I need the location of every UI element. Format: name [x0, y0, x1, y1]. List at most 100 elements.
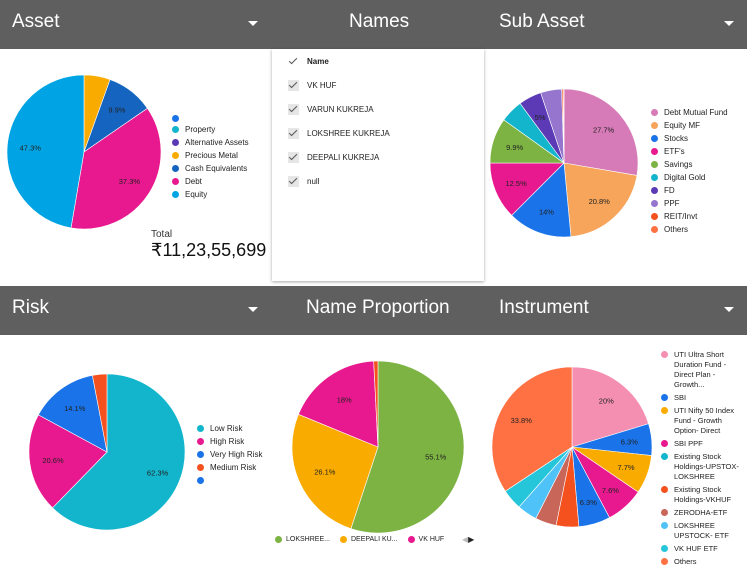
legend-swatch — [651, 161, 658, 168]
total-value: ₹11,23,55,699 — [151, 240, 267, 260]
pie-slice-label: 7.6% — [602, 486, 619, 495]
legend-item[interactable]: Debt Mutual Fund — [651, 108, 746, 118]
risk-dropdown-icon[interactable] — [248, 307, 258, 312]
legend-label: SBI — [674, 393, 687, 402]
legend-item[interactable]: Others — [651, 225, 746, 235]
legend-item[interactable] — [172, 114, 272, 122]
legend-item[interactable]: LOKSHREE... — [275, 536, 330, 543]
checkbox-vk-huf[interactable] — [288, 80, 299, 91]
legend-item[interactable]: SBI — [661, 393, 747, 403]
legend-label: ETF's — [664, 147, 685, 156]
legend-swatch — [661, 351, 668, 358]
legend-item[interactable]: LOKSHREE UPSTOCK- ETF — [661, 521, 747, 541]
legend-swatch — [661, 545, 668, 552]
legend-label: Savings — [664, 160, 693, 169]
legend-pager: ◀▶ — [462, 535, 474, 544]
legend-label: PPF — [664, 199, 680, 208]
legend-item[interactable]: ZERODHA-ETF — [661, 508, 747, 518]
legend-label: DEEPALI KU... — [350, 536, 398, 543]
legend-item[interactable]: Cash Equivalents — [172, 164, 272, 174]
legend-item[interactable]: Medium Risk — [197, 463, 272, 473]
names-title: Names — [349, 11, 410, 32]
legend-item[interactable]: Equity MF — [651, 121, 746, 131]
checkbox-lokshree[interactable] — [288, 128, 299, 139]
checkbox-deepali[interactable] — [288, 152, 299, 163]
legend-label: Existing Stock Holdings-UPSTOX-LOKSHREE — [674, 452, 739, 481]
names-select-all[interactable]: Name — [288, 56, 329, 67]
pie-slice-label: 14.1% — [64, 404, 86, 413]
legend-swatch — [172, 115, 179, 122]
legend-label: Others — [674, 557, 697, 566]
legend-item[interactable]: Very High Risk — [197, 450, 272, 460]
sub-asset-dropdown-icon[interactable] — [724, 21, 734, 26]
legend-swatch — [197, 425, 204, 432]
names-item-varun[interactable]: VARUN KUKREJA — [288, 104, 374, 115]
names-item-null[interactable]: null — [288, 176, 319, 187]
pie-slice-label: 33.8% — [511, 416, 533, 425]
legend-item[interactable]: Property — [172, 125, 272, 135]
instrument-dropdown-icon[interactable] — [724, 307, 734, 312]
legend-item[interactable]: Existing Stock Holdings-VKHUF — [661, 485, 747, 505]
name-proportion-legend: LOKSHREE... DEEPALI KU... VK HUF — [275, 536, 454, 543]
pie-slice[interactable] — [6, 74, 85, 229]
legend-item[interactable]: UTI Ultra Short Duration Fund - Direct P… — [661, 350, 747, 390]
legend-item[interactable] — [197, 476, 272, 484]
legend-item[interactable]: PPF — [651, 199, 746, 209]
legend-label: ZERODHA-ETF — [674, 508, 728, 517]
legend-item[interactable]: Debt — [172, 177, 272, 187]
legend-label: Others — [664, 225, 689, 234]
instrument-header: Instrument — [484, 286, 747, 335]
legend-swatch — [661, 522, 668, 529]
pie-slice-label: 37.3% — [119, 177, 141, 186]
legend-swatch — [172, 126, 179, 133]
asset-header: Asset — [0, 0, 272, 49]
risk-header: Risk — [0, 286, 272, 335]
legend-item[interactable]: Low Risk — [197, 424, 272, 434]
legend-item[interactable]: Equity — [172, 190, 272, 200]
legend-swatch — [661, 509, 668, 516]
legend-item[interactable]: DEEPALI KU... — [339, 536, 398, 543]
legend-item[interactable]: Digital Gold — [651, 173, 746, 183]
legend-item[interactable]: Others — [661, 557, 747, 567]
pie-slice-label: 6.3% — [621, 438, 638, 447]
checkbox-null[interactable] — [288, 176, 299, 187]
pie-slice-label: 18% — [337, 395, 352, 404]
legend-label: High Risk — [210, 437, 245, 446]
sub-asset-header: Sub Asset — [484, 0, 747, 49]
legend-item[interactable]: Savings — [651, 160, 746, 170]
legend-swatch — [172, 165, 179, 172]
legend-item[interactable]: Stocks — [651, 134, 746, 144]
legend-item[interactable]: REIT/Invt — [651, 212, 746, 222]
names-item-lokshree[interactable]: LOKSHREE KUKREJA — [288, 128, 390, 139]
legend-item[interactable]: High Risk — [197, 437, 272, 447]
names-item-vk-huf[interactable]: VK HUF — [288, 80, 336, 91]
legend-item[interactable]: UTI Nifty 50 Index Fund - Growth Option-… — [661, 406, 747, 436]
legend-item[interactable]: Alternative Assets — [172, 138, 272, 148]
legend-item[interactable]: Existing Stock Holdings-UPSTOX-LOKSHREE — [661, 452, 747, 482]
sub-asset-pie-chart[interactable]: 27.7% 20.8% 14% 12.5% 9.9% 5% — [484, 80, 649, 250]
asset-dropdown-icon[interactable] — [248, 21, 258, 26]
pie-slice-label: 7.7% — [618, 463, 635, 472]
legend-item[interactable]: ETF's — [651, 147, 746, 157]
legend-swatch — [197, 438, 204, 445]
legend-swatch — [197, 451, 204, 458]
instrument-pie-chart[interactable]: 20% 6.3% 7.7% 7.6% 6.3% 33.8% — [490, 360, 660, 535]
pie-slice-label: 20.6% — [42, 456, 64, 465]
legend-swatch — [172, 178, 179, 185]
checkbox-varun[interactable] — [288, 104, 299, 115]
next-page-icon[interactable]: ▶ — [468, 535, 474, 544]
legend-item[interactable]: SBI PPF — [661, 439, 747, 449]
risk-pie-chart[interactable]: 62.3% 20.6% 14.1% — [20, 365, 190, 535]
asset-pie-chart[interactable]: 9.9% 37.3% 47.3% — [0, 60, 170, 240]
asset-title: Asset — [12, 11, 60, 32]
checkbox-select-all[interactable] — [288, 56, 299, 67]
legend-item[interactable]: VK HUF — [407, 536, 444, 543]
asset-legend: Property Alternative Assets Precious Met… — [172, 114, 272, 203]
names-item-deepali[interactable]: DEEPALI KUKREJA — [288, 152, 379, 163]
legend-item[interactable]: VK HUF ETF — [661, 544, 747, 554]
name-proportion-pie-chart[interactable]: 55.1% 26.1% 18% — [285, 357, 470, 537]
legend-swatch — [172, 139, 179, 146]
legend-item[interactable]: Precious Metal — [172, 151, 272, 161]
legend-item[interactable]: FD — [651, 186, 746, 196]
names-item-label: null — [307, 177, 320, 186]
